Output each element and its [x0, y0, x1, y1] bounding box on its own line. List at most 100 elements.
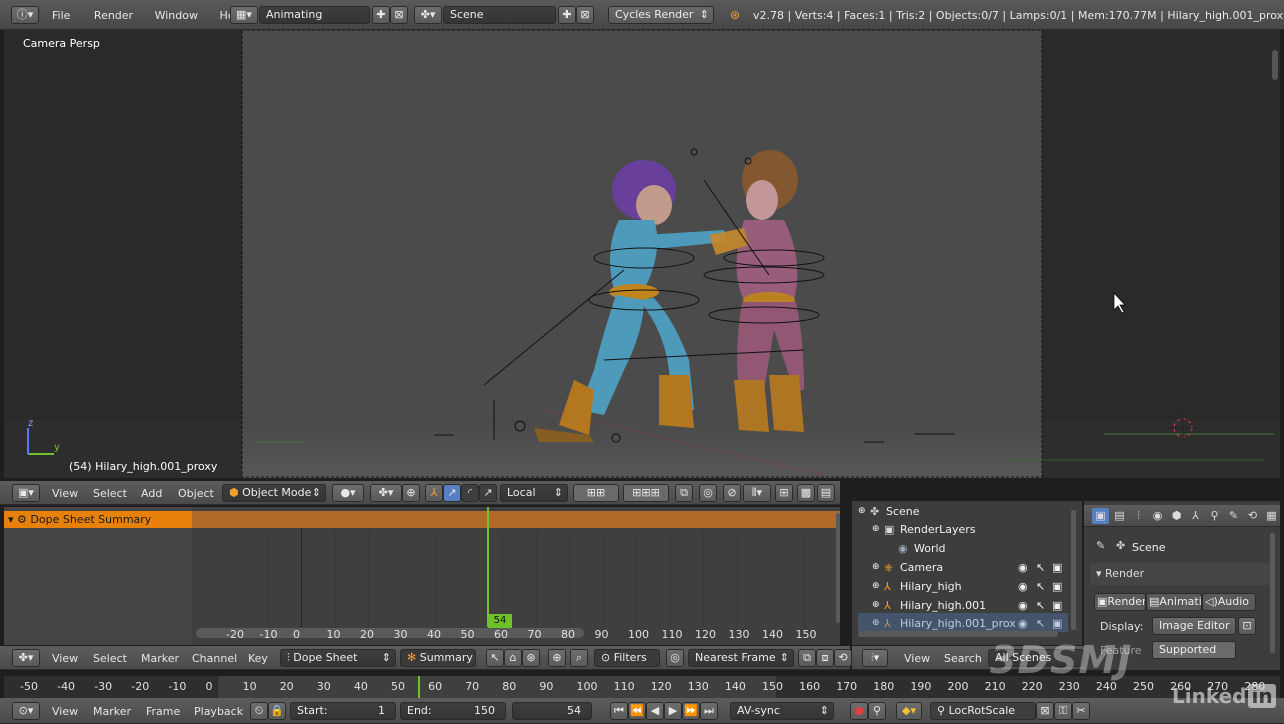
add-layout-button[interactable]: ✚ — [372, 6, 390, 24]
menu-file[interactable]: File — [44, 9, 78, 22]
editor-type-3dview-button[interactable]: ▣▾ — [12, 484, 40, 502]
sync-dropdown[interactable]: AV-sync ⇕ — [730, 702, 834, 720]
scene-context-tab-icon[interactable]: ⫶ — [1130, 508, 1147, 524]
only-selected-icon[interactable]: ↖ — [486, 649, 504, 667]
rotate-manipulator-icon[interactable]: ↗ — [443, 484, 461, 502]
snap-dropdown[interactable]: Nearest Frame ⇕ — [688, 649, 794, 667]
scene-icon[interactable]: ✤▾ — [414, 6, 442, 24]
display-lock-icon[interactable]: ⊡ — [1238, 617, 1256, 635]
render-context-icon[interactable]: ▣ — [1092, 508, 1109, 524]
pin-icon[interactable]: ✎ — [1096, 539, 1105, 552]
summary-channel[interactable]: ▾ ⚙ Dope Sheet Summary — [4, 511, 192, 528]
filters-button[interactable]: ⊙ Filters — [594, 649, 660, 667]
filter-icon[interactable]: ⊕ — [548, 649, 566, 667]
viewport-3d[interactable]: Camera Persp (54) Hilary_high.001_proxy … — [4, 30, 1280, 478]
layers-button-b[interactable]: ⊞⊞⊞ — [623, 484, 669, 502]
scene-field[interactable]: Scene — [443, 6, 556, 24]
remove-keying-set-icon[interactable]: ⊠ — [1036, 702, 1054, 720]
record-icon[interactable]: ● — [850, 702, 868, 720]
expand-arrow-icon[interactable]: ▾ — [8, 513, 14, 526]
audio-tab-button[interactable]: ◁)Audio — [1202, 593, 1256, 611]
render-anim-icon[interactable]: ▤ — [817, 484, 835, 502]
outliner-row[interactable]: ⊕ ⅄ Hilary_high ◉ ↖ ▣ — [858, 577, 1068, 596]
menu-object[interactable]: Object — [170, 487, 222, 500]
outliner-row[interactable]: ⊕ ▣ RenderLayers — [858, 520, 1068, 539]
paste-flipped-icon[interactable]: ⟲ — [834, 649, 852, 667]
next-keyframe-icon[interactable]: ⏩ — [682, 702, 700, 720]
translate-manipulator-icon[interactable]: ⅄ — [425, 484, 443, 502]
menu-channel[interactable]: Channel — [184, 652, 245, 665]
object-layers-icon[interactable]: ⧉ — [675, 484, 693, 502]
manipulator-toggle-icon[interactable]: ⊕ — [402, 484, 420, 502]
data-context-icon[interactable]: ✎ — [1225, 508, 1242, 524]
ghost-icon[interactable]: ⌂ — [504, 649, 522, 667]
animation-tab-button[interactable]: ▤Animati — [1146, 593, 1202, 611]
dopesheet-vscroll[interactable] — [836, 513, 840, 623]
dopesheet-mode-dropdown[interactable]: ⫶ Dope Sheet ⇕ — [280, 649, 396, 667]
copy-keyframes-icon[interactable]: ⧉ — [798, 649, 816, 667]
outliner-vscroll[interactable] — [1071, 510, 1076, 630]
opengl-render-icon[interactable]: ⊞ — [775, 484, 793, 502]
remove-layout-button[interactable]: ⊠ — [390, 6, 408, 24]
expand-icon[interactable]: ⊕ — [872, 520, 880, 539]
paste-keyframes-icon[interactable]: ⧈ — [816, 649, 834, 667]
current-frame-field[interactable]: 54 — [512, 702, 592, 720]
scale-manipulator-icon[interactable]: ◜ — [461, 484, 479, 502]
texture-context-icon[interactable]: ▦ — [1263, 508, 1280, 524]
physics-context-icon[interactable]: ⟲ — [1244, 508, 1261, 524]
menu-frame[interactable]: Frame — [138, 705, 188, 718]
play-icon[interactable]: ▶ — [664, 702, 682, 720]
add-scene-button[interactable]: ✚ — [558, 6, 576, 24]
menu-view[interactable]: View — [896, 652, 938, 665]
render-panel-header[interactable]: ▾ Render — [1090, 563, 1270, 585]
renderable-camera-icon[interactable]: ▣ — [1052, 577, 1062, 596]
pivot-button[interactable]: ✤▾ — [370, 484, 402, 502]
editor-type-timeline-button[interactable]: ⊙▾ — [12, 702, 40, 720]
outliner-row[interactable]: ⊕ ⎈ Camera ◉ ↖ ▣ — [858, 558, 1068, 577]
outliner-row[interactable]: ⊕ ✤ Scene — [858, 502, 1068, 521]
outliner-hscroll[interactable] — [858, 631, 1058, 637]
remove-scene-button[interactable]: ⊠ — [576, 6, 594, 24]
editor-type-outliner-button[interactable]: ⫶▾ — [862, 649, 888, 667]
outliner-row[interactable]: ◉ World — [858, 539, 1068, 558]
menu-view[interactable]: View — [44, 652, 86, 665]
shading-button[interactable]: ●▾ — [332, 484, 364, 502]
menu-key[interactable]: Key — [240, 652, 276, 665]
start-frame-field[interactable]: Start: 1 — [290, 702, 396, 720]
keying-set-field[interactable]: ⚲ LocRotScale — [930, 702, 1036, 720]
lock-icon[interactable]: 🔒 — [268, 702, 286, 720]
keyframe-type-icon[interactable]: ⚲ — [868, 702, 886, 720]
playhead-line[interactable] — [487, 507, 489, 627]
render-tab-button[interactable]: ▣Render — [1094, 593, 1146, 611]
hidden-icon[interactable]: ⊛ — [522, 649, 540, 667]
jump-end-icon[interactable]: ⏭ — [700, 702, 718, 720]
preview-range-icon[interactable]: ⏲ — [250, 702, 268, 720]
menu-view[interactable]: View — [44, 705, 86, 718]
timeline-playhead[interactable] — [418, 676, 420, 698]
render-still-icon[interactable]: ▩ — [797, 484, 815, 502]
selectable-cursor-icon[interactable]: ↖ — [1036, 558, 1045, 577]
editor-type-dopesheet-button[interactable]: ✤▾ — [12, 649, 40, 667]
dopesheet-editor[interactable]: ▾ ⚙ Dope Sheet Summary 54 -20 -10 0 10 20 30 4… — [4, 507, 840, 645]
auto-snap-icon[interactable]: ◎ — [666, 649, 684, 667]
delete-keyframe-icon[interactable]: ✂ — [1072, 702, 1090, 720]
properties-vscroll[interactable] — [1270, 533, 1275, 653]
play-reverse-icon[interactable]: ◀ — [646, 702, 664, 720]
visibility-eye-icon[interactable]: ◉ — [1018, 577, 1028, 596]
render-layers-context-icon[interactable]: ▤ — [1111, 508, 1128, 524]
modifiers-context-icon[interactable]: ⚲ — [1206, 508, 1223, 524]
constraints-context-icon[interactable]: ⅄ — [1187, 508, 1204, 524]
menu-add[interactable]: Add — [133, 487, 170, 500]
renderable-camera-icon[interactable]: ▣ — [1052, 558, 1062, 577]
keying-set-add-icon[interactable]: ◆▾ — [896, 702, 922, 720]
jump-start-icon[interactable]: ⏮ — [610, 702, 628, 720]
expand-icon[interactable]: ⊕ — [872, 558, 880, 577]
menu-view[interactable]: View — [44, 487, 86, 500]
display-dropdown[interactable]: Image Editor — [1152, 617, 1236, 635]
object-context-icon[interactable]: ⬢ — [1168, 508, 1185, 524]
proportional-edit-icon[interactable]: ◎ — [699, 484, 717, 502]
screen-layout-icon[interactable]: ▦▾ — [230, 6, 258, 24]
menu-select[interactable]: Select — [85, 487, 135, 500]
snap-toggle-icon[interactable]: ⊘ — [723, 484, 741, 502]
expand-icon[interactable]: ⊕ — [858, 502, 866, 521]
